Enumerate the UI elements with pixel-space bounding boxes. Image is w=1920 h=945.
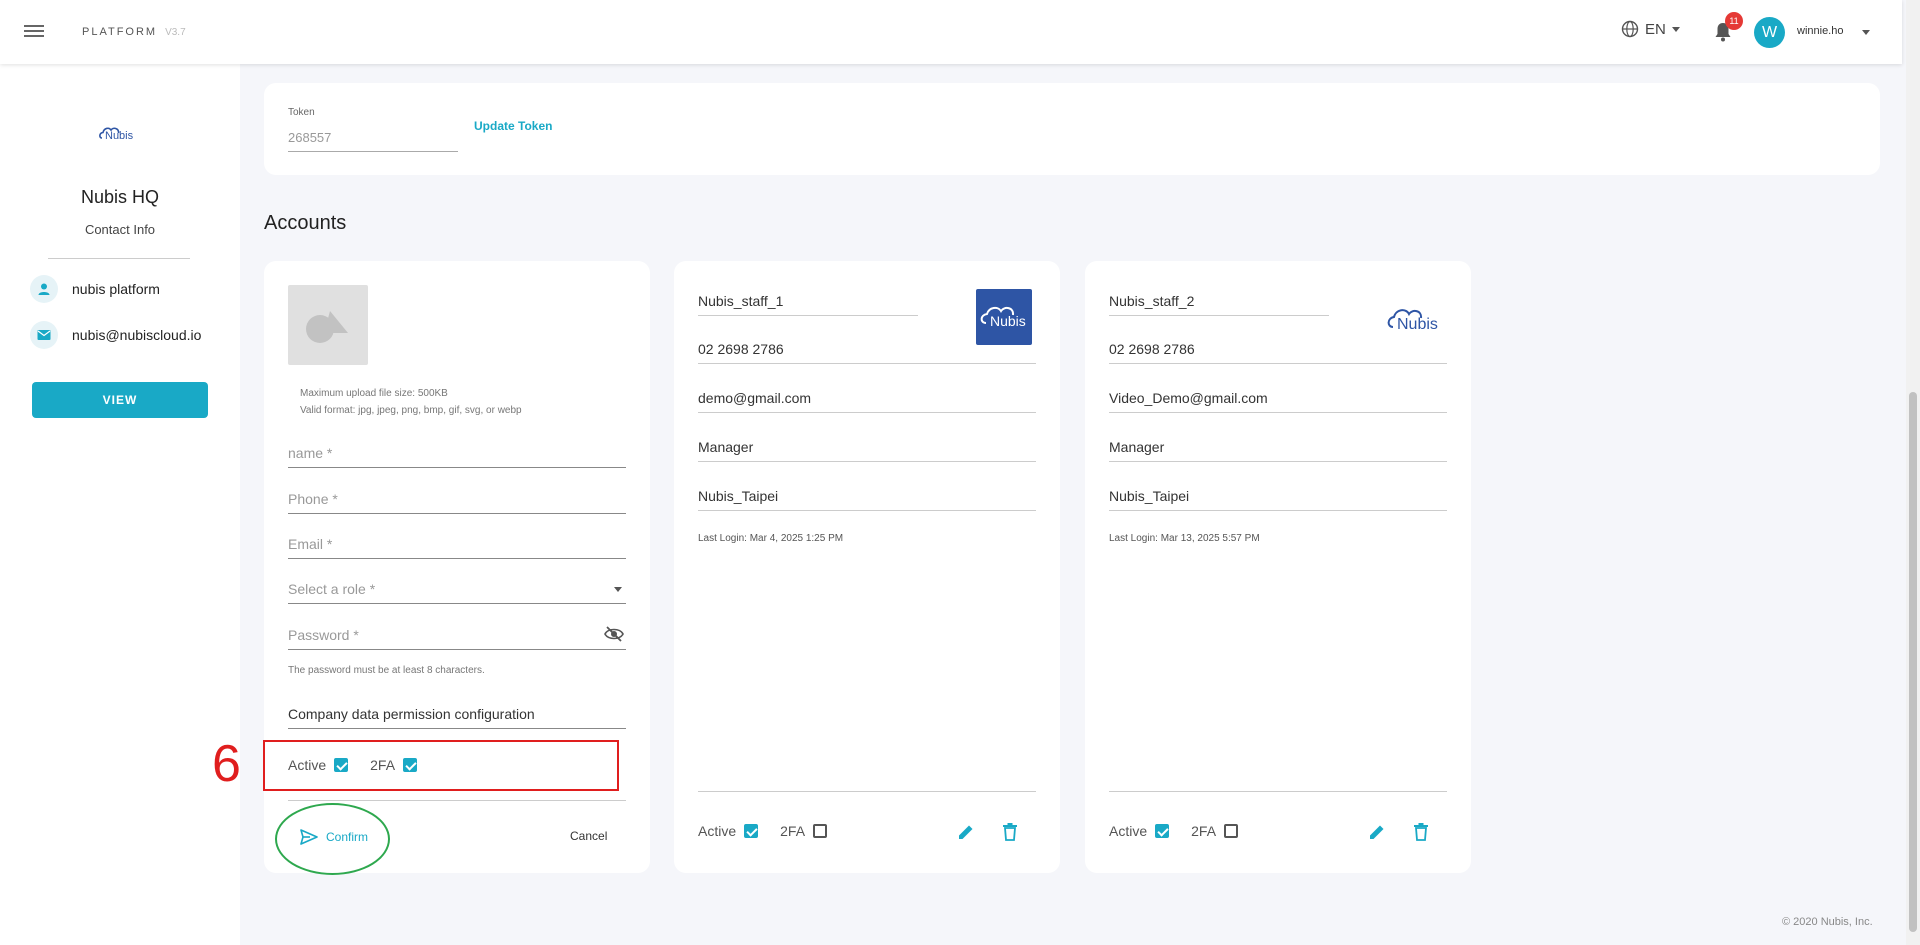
language-selector[interactable]: EN <box>1621 20 1680 38</box>
twofa-checkbox[interactable] <box>813 824 828 838</box>
highlight-box-annotation <box>263 740 619 791</box>
hamburger-menu-icon[interactable] <box>24 22 44 40</box>
brand-name: PLATFORM <box>82 26 158 38</box>
avatar-upload[interactable] <box>288 285 368 365</box>
twofa-checkbox[interactable] <box>1224 824 1239 838</box>
active-label: Active <box>1109 823 1148 839</box>
nubis-logo-icon: Nubis <box>980 306 1026 329</box>
version-label: V3.7 <box>165 27 186 38</box>
name-input[interactable]: name * <box>288 445 626 468</box>
visibility-off-icon[interactable] <box>604 625 624 643</box>
account-logo: Nubis <box>976 289 1032 345</box>
contact-info-label: Contact Info <box>84 222 156 237</box>
upload-format-hint: Valid format: jpg, jpeg, png, bmp, gif, … <box>300 405 522 416</box>
last-login: Last Login: Mar 13, 2025 5:57 PM <box>1109 533 1260 544</box>
edit-icon[interactable] <box>1368 823 1386 841</box>
active-label: Active <box>698 823 737 839</box>
password-input[interactable]: Password * <box>288 625 626 650</box>
account-company: Nubis_Taipei <box>1109 488 1447 511</box>
last-login: Last Login: Mar 4, 2025 1:25 PM <box>698 533 844 544</box>
active-checkbox[interactable] <box>1155 824 1170 838</box>
account-logo-text: Nubis <box>1397 316 1438 333</box>
language-label: EN <box>1645 20 1666 38</box>
account-card: Nubis_staff_1 Nubis 02 2698 2786 demo@gm… <box>674 261 1060 873</box>
cancel-button[interactable]: Cancel <box>570 829 607 843</box>
delete-icon[interactable] <box>1002 823 1018 841</box>
highlight-ellipse-annotation <box>275 803 390 875</box>
form-divider <box>288 800 626 801</box>
account-company: Nubis_Taipei <box>698 488 1036 511</box>
account-flags: Active 2FA <box>698 823 849 839</box>
contact-email-row: nubis@nubiscloud.io <box>30 321 201 349</box>
card-divider <box>698 791 1036 792</box>
token-field: 268557 <box>288 130 458 152</box>
twofa-label: 2FA <box>1191 823 1217 839</box>
chevron-down-icon <box>614 587 622 592</box>
token-card: Token 268557 Update Token <box>264 83 1880 175</box>
active-checkbox[interactable] <box>744 824 759 838</box>
phone-input[interactable]: Phone * <box>288 491 626 514</box>
nubis-logo-icon: Nubis <box>1387 309 1438 333</box>
copyright-footer: © 2020 Nubis, Inc. <box>1782 916 1873 928</box>
globe-icon <box>1621 20 1639 38</box>
chevron-down-icon <box>1671 26 1680 32</box>
view-button[interactable]: VIEW <box>32 382 208 418</box>
svg-text:Nubis: Nubis <box>105 130 134 142</box>
person-icon <box>30 275 58 303</box>
username-label[interactable]: winnie.ho <box>1797 25 1843 37</box>
token-label: Token <box>288 107 315 118</box>
account-email: Video_Demo@gmail.com <box>1109 390 1447 413</box>
account-name: Nubis_staff_1 <box>698 293 918 316</box>
contact-email: nubis@nubiscloud.io <box>72 327 202 343</box>
notification-count-badge: 11 <box>1725 12 1743 30</box>
edit-icon[interactable] <box>957 823 975 841</box>
card-divider <box>1109 791 1447 792</box>
upload-size-hint: Maximum upload file size: 500KB <box>300 388 448 399</box>
role-select[interactable]: Select a role * <box>288 581 626 604</box>
permission-config-field[interactable]: Company data permission configuration <box>288 706 626 729</box>
account-phone: 02 2698 2786 <box>1109 341 1447 364</box>
email-input[interactable]: Email * <box>288 536 626 559</box>
account-phone: 02 2698 2786 <box>698 341 1036 364</box>
nubis-logo-icon: Nubis <box>99 127 134 142</box>
step-number-annotation: 6 <box>212 735 241 793</box>
password-hint: The password must be at least 8 characte… <box>288 665 485 676</box>
account-card: Nubis_staff_2 Nubis 02 2698 2786 Video_D… <box>1085 261 1471 873</box>
account-name: Nubis_staff_2 <box>1109 293 1329 316</box>
account-role: Manager <box>698 439 1036 462</box>
password-placeholder: Password * <box>288 627 359 643</box>
accounts-heading: Accounts <box>264 212 347 234</box>
role-select-placeholder: Select a role * <box>288 581 376 597</box>
user-avatar[interactable]: W <box>1754 17 1785 48</box>
mail-icon <box>30 321 58 349</box>
user-menu-chevron-icon[interactable] <box>1862 30 1870 35</box>
twofa-label: 2FA <box>780 823 806 839</box>
contact-name: nubis platform <box>72 281 160 297</box>
account-logo-text: Nubis <box>990 313 1026 329</box>
image-placeholder-icon <box>306 311 348 343</box>
sidebar-divider <box>48 258 190 259</box>
update-token-button[interactable]: Update Token <box>474 119 552 133</box>
scrollbar-thumb[interactable] <box>1909 392 1917 932</box>
platform-brand: PLATFORM V3.7 <box>82 26 186 38</box>
top-bar: PLATFORM V3.7 EN 11 W winnie.ho <box>0 0 1902 64</box>
account-flags: Active 2FA <box>1109 823 1260 839</box>
company-name: Nubis HQ <box>80 187 160 207</box>
contact-name-row: nubis platform <box>30 275 160 303</box>
delete-icon[interactable] <box>1413 823 1429 841</box>
account-role: Manager <box>1109 439 1447 462</box>
account-email: demo@gmail.com <box>698 390 1036 413</box>
